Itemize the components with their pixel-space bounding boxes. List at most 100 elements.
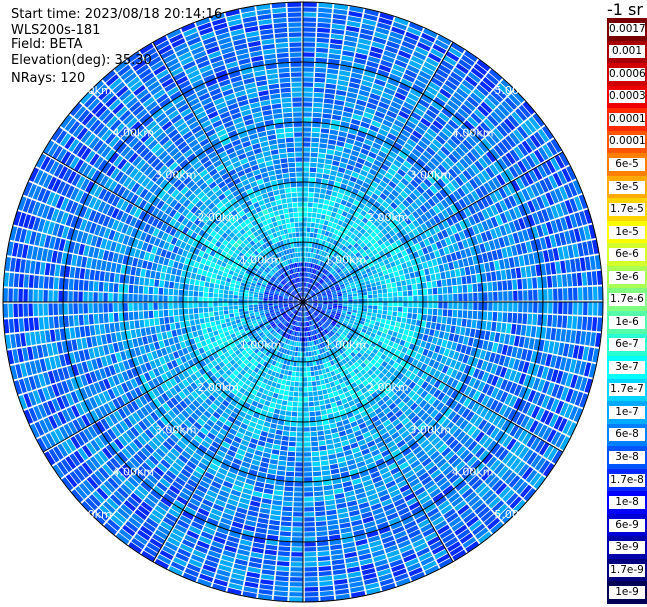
range-gate (303, 437, 311, 442)
range-gate (291, 376, 296, 382)
range-gate (532, 314, 538, 326)
range-gate (387, 268, 393, 274)
range-gate (410, 278, 417, 285)
range-gate (533, 289, 538, 301)
range-gate (518, 302, 523, 313)
range-gate (313, 97, 324, 103)
range-gate (290, 577, 303, 582)
range-gate (553, 302, 558, 314)
range-gate (427, 335, 434, 343)
range-gate (358, 295, 363, 299)
range-gate (310, 253, 314, 258)
range-gate (319, 374, 324, 380)
range-gate (298, 342, 301, 347)
range-gate (303, 87, 313, 92)
range-gate (503, 302, 508, 312)
range-gate (312, 471, 322, 477)
range-gate (430, 322, 436, 330)
range-gate (403, 296, 408, 302)
range-gate (333, 155, 341, 162)
range-gate (282, 435, 289, 441)
range-gate (412, 313, 417, 320)
range-gate (304, 467, 312, 472)
range-gate (303, 342, 306, 347)
range-gate (357, 307, 363, 311)
range-gate (309, 237, 313, 243)
range-gate (320, 409, 327, 416)
range-gate (482, 252, 489, 263)
range-gate (381, 332, 387, 338)
range-gate (385, 334, 392, 340)
range-gate (515, 324, 522, 336)
range-gate (425, 342, 432, 350)
range-gate (577, 316, 583, 330)
range-gate (453, 334, 460, 343)
range-gate (441, 279, 447, 287)
range-gate (486, 321, 492, 331)
range-gate (304, 582, 318, 587)
range-gate (457, 285, 463, 293)
range-gate (284, 481, 294, 487)
range-gate (428, 295, 433, 302)
range-gate (404, 341, 410, 348)
range-gate (303, 357, 307, 362)
range-gate (391, 316, 397, 322)
range-gate (431, 280, 437, 288)
range-gate (305, 342, 308, 347)
range-gate (408, 330, 414, 337)
range-gate (277, 556, 290, 562)
range-gate (329, 458, 338, 465)
range-gate (326, 408, 333, 414)
range-gate (316, 47, 329, 53)
range-gate (385, 319, 391, 325)
range-gate (468, 302, 473, 310)
range-gate (389, 325, 395, 331)
range-gate (400, 322, 406, 329)
range-gate (318, 148, 327, 154)
range-gate (314, 406, 321, 411)
range-gate (276, 561, 290, 567)
range-gate (318, 7, 332, 14)
range-gate (315, 521, 327, 527)
range-gate (570, 330, 577, 344)
range-gate (388, 340, 394, 347)
range-gate (304, 562, 317, 567)
range-gate (307, 257, 310, 263)
range-gate (395, 276, 401, 282)
range-gate (426, 315, 432, 322)
range-gate (408, 296, 413, 302)
range-gate (272, 392, 279, 399)
range-gate (309, 416, 316, 422)
range-gate (422, 261, 428, 269)
range-gate (550, 262, 557, 275)
range-gate (253, 396, 261, 403)
range-gate (518, 255, 525, 267)
range-gate (437, 287, 443, 295)
range-gate (303, 377, 308, 382)
range-gate (462, 310, 468, 319)
range-gate (332, 114, 342, 121)
range-gate (306, 336, 310, 342)
range-gate (303, 217, 307, 222)
range-gate (297, 357, 301, 362)
range-gate (467, 310, 473, 319)
range-gate (307, 202, 313, 208)
range-gate (593, 302, 598, 316)
range-gate (261, 498, 272, 505)
range-gate (445, 270, 451, 279)
range-gate (287, 370, 292, 376)
range-gate (557, 315, 563, 328)
range-gate (256, 445, 265, 452)
range-gate (403, 302, 408, 307)
range-gate (371, 282, 376, 287)
range-gate (483, 302, 488, 311)
range-gate (263, 389, 269, 395)
range-gate (407, 290, 413, 296)
range-gate (269, 514, 281, 521)
range-gate (388, 272, 395, 279)
range-gate (388, 256, 394, 263)
range-gate (326, 509, 337, 516)
range-gate (299, 382, 303, 387)
range-gate (316, 526, 327, 532)
range-gate (558, 302, 563, 314)
